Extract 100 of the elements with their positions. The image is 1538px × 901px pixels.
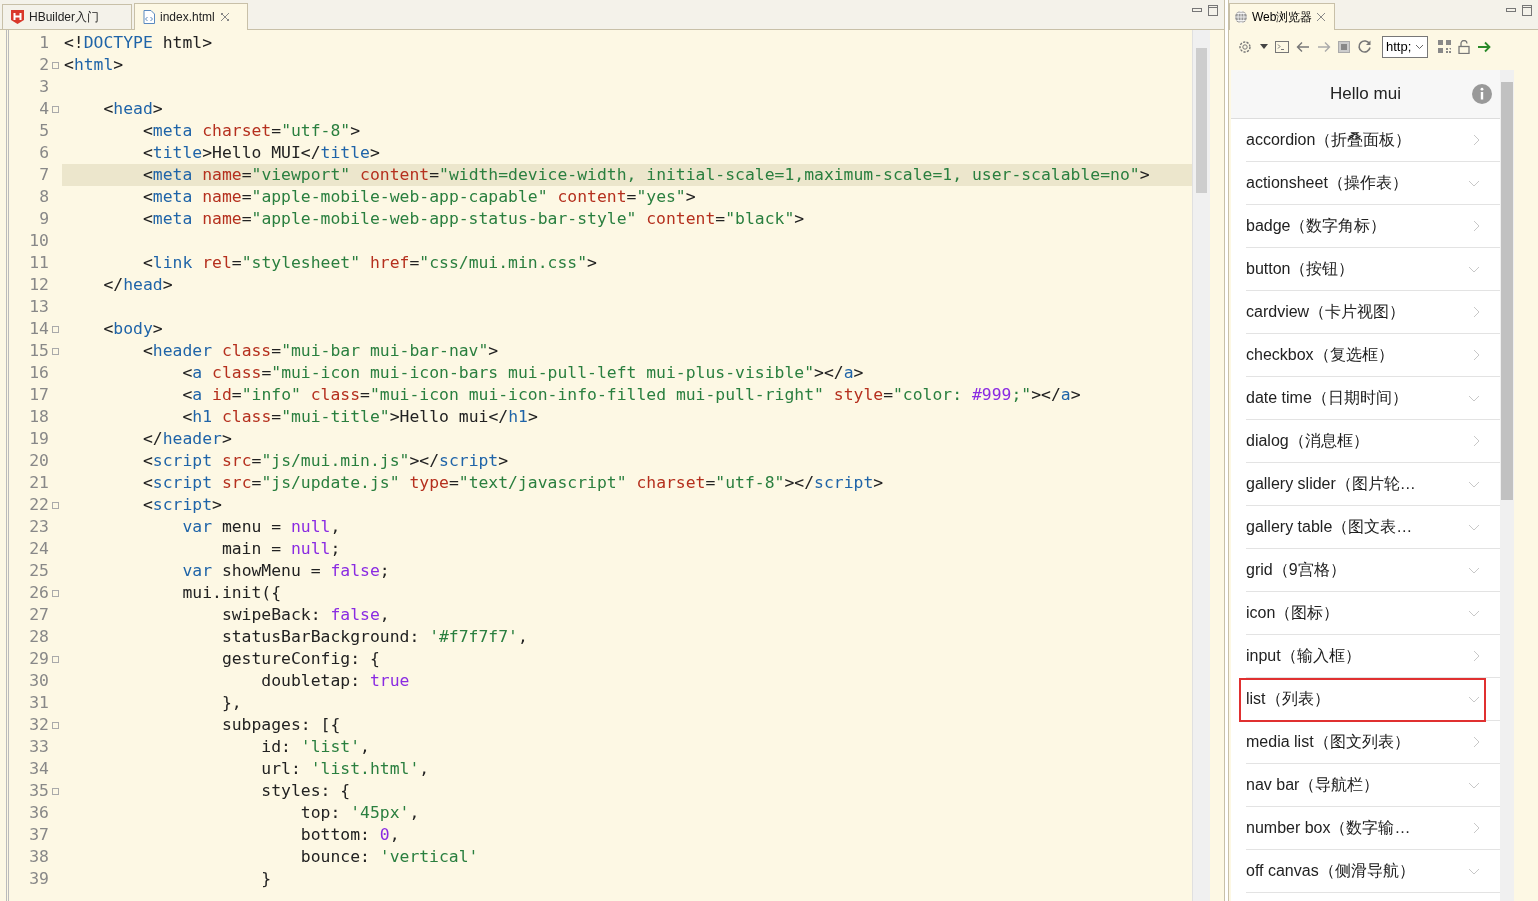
stop-icon[interactable] xyxy=(1338,40,1350,53)
chevron-right-icon xyxy=(1473,822,1480,834)
fold-marker-icon[interactable] xyxy=(52,787,59,795)
chevron-down-icon xyxy=(1468,480,1480,488)
close-icon[interactable] xyxy=(219,12,230,22)
code-file-icon xyxy=(143,10,155,24)
line-number: 15 xyxy=(28,340,49,362)
line-number: 20 xyxy=(28,450,49,472)
code-line: url: 'list.html', xyxy=(260,758,431,780)
url-field[interactable]: http; xyxy=(1382,35,1428,58)
chevron-down-icon xyxy=(1468,523,1480,531)
line-number: 28 xyxy=(28,626,49,648)
chevron-down-icon xyxy=(1468,781,1480,789)
code-line: <a id="info" class="mui-icon mui-icon-info-filled mui-pull-right" style="color: #999;"></a> xyxy=(181,384,1082,406)
line-number: 33 xyxy=(28,736,49,758)
forward-arrow-icon[interactable] xyxy=(1317,40,1331,53)
code-line: <script> xyxy=(141,494,223,516)
page-scrollbar[interactable] xyxy=(1500,70,1514,901)
fold-marker-icon[interactable] xyxy=(52,655,59,663)
code-line: var menu = null, xyxy=(181,516,342,538)
line-number: 25 xyxy=(28,560,49,582)
line-number: 11 xyxy=(28,252,49,274)
globe-icon xyxy=(1234,10,1248,24)
code-line: bounce: 'vertical' xyxy=(299,846,480,868)
app-header-bar: Hello mui xyxy=(1231,70,1500,119)
code-line: styles: { xyxy=(260,780,352,802)
line-number: 19 xyxy=(28,428,49,450)
line-number: 10 xyxy=(28,230,49,252)
code-line: }, xyxy=(220,692,243,714)
chevron-right-icon xyxy=(1473,736,1480,748)
code-line: <meta name="apple-mobile-web-app-status-bar-style" content="black"> xyxy=(141,208,806,230)
chevron-down-icon xyxy=(1468,609,1480,617)
back-arrow-icon[interactable] xyxy=(1296,40,1310,53)
shield-logo-icon xyxy=(11,10,24,24)
line-number: 1 xyxy=(38,32,49,54)
line-number: 38 xyxy=(28,846,49,868)
qr-code-icon[interactable] xyxy=(1438,40,1451,53)
line-number: 13 xyxy=(28,296,49,318)
editor-tab[interactable]: index.html xyxy=(134,3,248,30)
info-icon[interactable] xyxy=(1472,84,1492,104)
line-number: 35 xyxy=(28,780,49,802)
chevron-down-icon xyxy=(1468,695,1480,703)
reload-icon[interactable] xyxy=(1357,39,1372,54)
go-arrow-icon[interactable] xyxy=(1477,40,1491,53)
line-number: 21 xyxy=(28,472,49,494)
code-line: swipeBack: false, xyxy=(220,604,391,626)
line-number: 4 xyxy=(38,98,49,120)
chevron-right-icon xyxy=(1473,134,1480,146)
line-number: 31 xyxy=(28,692,49,714)
line-number: 32 xyxy=(28,714,49,736)
editor-scrollbar[interactable] xyxy=(1192,30,1210,901)
code-line: <script src="js/mui.min.js"></script> xyxy=(141,450,510,472)
settings-icon[interactable] xyxy=(1237,38,1253,55)
code-line: <meta name="apple-mobile-web-app-capable" content="yes"> xyxy=(141,186,697,208)
chevron-right-icon xyxy=(1473,306,1480,318)
code-line: <link rel="stylesheet" href="css/mui.min.css"> xyxy=(141,252,598,274)
fold-marker-icon[interactable] xyxy=(52,347,59,355)
fold-marker-icon[interactable] xyxy=(52,501,59,509)
line-number: 37 xyxy=(28,824,49,846)
chevron-down-icon xyxy=(1415,43,1424,50)
padlock-icon[interactable] xyxy=(1458,39,1470,54)
line-number: 27 xyxy=(28,604,49,626)
close-icon[interactable] xyxy=(1316,12,1327,22)
caret-icon[interactable] xyxy=(1260,44,1268,49)
fold-marker-icon[interactable] xyxy=(52,61,59,69)
line-number: 34 xyxy=(28,758,49,780)
line-number: 14 xyxy=(28,318,49,340)
fold-marker-icon[interactable] xyxy=(52,105,59,113)
line-number: 26 xyxy=(28,582,49,604)
fold-marker-icon[interactable] xyxy=(52,721,59,729)
chevron-down-icon xyxy=(1468,867,1480,875)
code-line: <header class="mui-bar mui-bar-nav"> xyxy=(141,340,500,362)
code-line: main = null; xyxy=(220,538,342,560)
line-number: 17 xyxy=(28,384,49,406)
editor-tab[interactable]: HBuilder入门 xyxy=(2,4,132,29)
list-item[interactable]: list（列表） xyxy=(1246,678,1500,721)
code-line: <html> xyxy=(63,54,125,76)
code-line: <a class="mui-icon mui-icon-bars mui-pull-left mui-plus-visible"></a> xyxy=(181,362,865,384)
line-number: 3 xyxy=(38,76,49,98)
code-line: <title>Hello MUI</title> xyxy=(141,142,381,164)
terminal-icon[interactable] xyxy=(1275,40,1289,53)
code-line: <body> xyxy=(102,318,164,340)
code-line: <meta charset="utf-8"> xyxy=(141,120,362,142)
line-number: 29 xyxy=(28,648,49,670)
line-number: 6 xyxy=(38,142,49,164)
fold-marker-icon[interactable] xyxy=(52,589,59,597)
chevron-right-icon xyxy=(1473,650,1480,662)
code-line: bottom: 0, xyxy=(299,824,401,846)
browser-tab[interactable]: Web浏览器 xyxy=(1229,3,1335,30)
code-line: <!DOCTYPE html> xyxy=(63,32,214,54)
fold-marker-icon[interactable] xyxy=(52,325,59,333)
code-line: } xyxy=(260,868,273,890)
line-number: 5 xyxy=(38,120,49,142)
chevron-right-icon xyxy=(1473,349,1480,361)
code-line: </header> xyxy=(141,428,233,450)
code-line: subpages: [{ xyxy=(220,714,342,736)
line-number: 36 xyxy=(28,802,49,824)
chevron-right-icon xyxy=(1473,435,1480,447)
line-number: 22 xyxy=(28,494,49,516)
chevron-down-icon xyxy=(1468,179,1480,187)
